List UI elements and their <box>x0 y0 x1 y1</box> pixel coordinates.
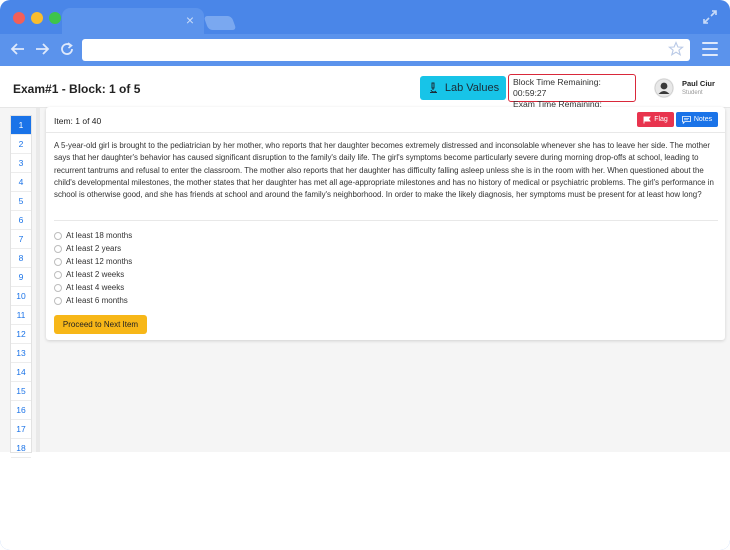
question-nav-item[interactable]: 13 <box>11 344 31 363</box>
question-nav-item[interactable]: 11 <box>11 306 31 325</box>
forward-arrow-icon[interactable] <box>33 40 51 58</box>
question-nav-item[interactable]: 16 <box>11 401 31 420</box>
proceed-next-button[interactable]: Proceed to Next Item <box>54 315 147 334</box>
user-avatar-icon <box>654 78 674 98</box>
question-nav-item[interactable]: 10 <box>11 287 31 306</box>
notes-button[interactable]: Notes <box>676 112 718 127</box>
new-tab-button[interactable] <box>203 16 237 30</box>
answer-options: At least 18 months At least 2 years At l… <box>54 229 132 307</box>
lab-values-label: Lab Values <box>444 82 500 94</box>
browser-toolbar <box>0 34 730 66</box>
answer-option[interactable]: At least 4 weeks <box>54 281 132 294</box>
answer-option[interactable]: At least 6 months <box>54 294 132 307</box>
answer-option[interactable]: At least 2 weeks <box>54 268 132 281</box>
question-nav-item[interactable]: 6 <box>11 211 31 230</box>
answer-option-label: At least 2 years <box>66 244 122 253</box>
block-time-remaining: Block Time Remaining: 00:59:27 <box>513 77 601 98</box>
answer-option-label: At least 12 months <box>66 257 133 266</box>
question-nav-item[interactable]: 2 <box>11 135 31 154</box>
browser-tab[interactable]: × <box>62 8 204 34</box>
question-nav-item[interactable]: 1 <box>11 116 31 135</box>
exam-app: Exam#1 - Block: 1 of 5 Lab Values Block … <box>0 66 730 550</box>
question-nav-item[interactable]: 14 <box>11 363 31 382</box>
reload-icon[interactable] <box>58 40 76 58</box>
radio-button[interactable] <box>54 296 62 305</box>
exam-header: Exam#1 - Block: 1 of 5 Lab Values Block … <box>0 66 730 120</box>
question-nav-item[interactable]: 4 <box>11 173 31 192</box>
question-nav-item[interactable]: 18 <box>11 439 31 458</box>
question-nav-item[interactable]: 15 <box>11 382 31 401</box>
question-nav-scrollbar[interactable] <box>36 108 40 452</box>
flag-label: Flag <box>654 116 668 123</box>
question-nav-item[interactable]: 7 <box>11 230 31 249</box>
answer-option[interactable]: At least 2 years <box>54 242 132 255</box>
question-nav-item[interactable]: 3 <box>11 154 31 173</box>
item-label: Item: 1 of 40 <box>54 116 102 126</box>
question-nav-item[interactable]: 8 <box>11 249 31 268</box>
user-name: Paul Ciur <box>682 79 715 88</box>
close-tab-icon[interactable]: × <box>186 12 194 28</box>
answer-option-label: At least 4 weeks <box>66 283 125 292</box>
radio-button[interactable] <box>54 231 62 240</box>
expand-icon[interactable] <box>702 9 718 25</box>
browser-titlebar: × <box>0 0 730 34</box>
timer-box: Block Time Remaining: 00:59:27 Exam Time… <box>508 74 636 120</box>
flag-icon <box>643 116 652 123</box>
answer-option[interactable]: At least 12 months <box>54 255 132 268</box>
notes-icon <box>681 115 691 124</box>
browser-menu-icon[interactable] <box>702 42 718 56</box>
lab-values-button[interactable]: Lab Values <box>420 76 506 100</box>
radio-button[interactable] <box>54 283 62 292</box>
radio-button[interactable] <box>54 270 62 279</box>
answer-option-label: At least 18 months <box>66 231 133 240</box>
radio-button[interactable] <box>54 244 62 253</box>
answer-option[interactable]: At least 18 months <box>54 229 132 242</box>
question-nav-item[interactable]: 12 <box>11 325 31 344</box>
question-nav-item[interactable]: 17 <box>11 420 31 439</box>
exam-title: Exam#1 - Block: 1 of 5 <box>13 82 141 96</box>
minimize-window-button[interactable] <box>31 12 43 24</box>
question-nav-item[interactable]: 5 <box>11 192 31 211</box>
close-window-button[interactable] <box>13 12 25 24</box>
answer-option-label: At least 6 months <box>66 296 128 305</box>
back-arrow-icon[interactable] <box>9 40 27 58</box>
user-role: Student <box>682 90 703 96</box>
divider <box>46 132 725 133</box>
bookmark-star-icon[interactable] <box>668 41 684 57</box>
radio-button[interactable] <box>54 257 62 266</box>
question-stem: A 5-year-old girl is brought to the pedi… <box>54 141 714 200</box>
question-panel: Item: 1 of 40 Flag Notes A 5-year-old gi… <box>46 107 725 340</box>
divider <box>54 220 718 221</box>
maximize-window-button[interactable] <box>49 12 61 24</box>
flag-button[interactable]: Flag <box>637 112 674 127</box>
notes-label: Notes <box>693 116 713 123</box>
microscope-icon <box>429 82 437 93</box>
question-navigator: 1 2 3 4 5 6 7 8 9 10 11 12 13 14 15 16 1… <box>10 115 32 458</box>
url-bar[interactable] <box>82 39 690 61</box>
answer-option-label: At least 2 weeks <box>66 270 125 279</box>
browser-window: × Exam#1 - Block: 1 of 5 Lab Values Bloc… <box>0 0 730 550</box>
avatar[interactable] <box>654 78 674 98</box>
question-nav-item[interactable]: 9 <box>11 268 31 287</box>
